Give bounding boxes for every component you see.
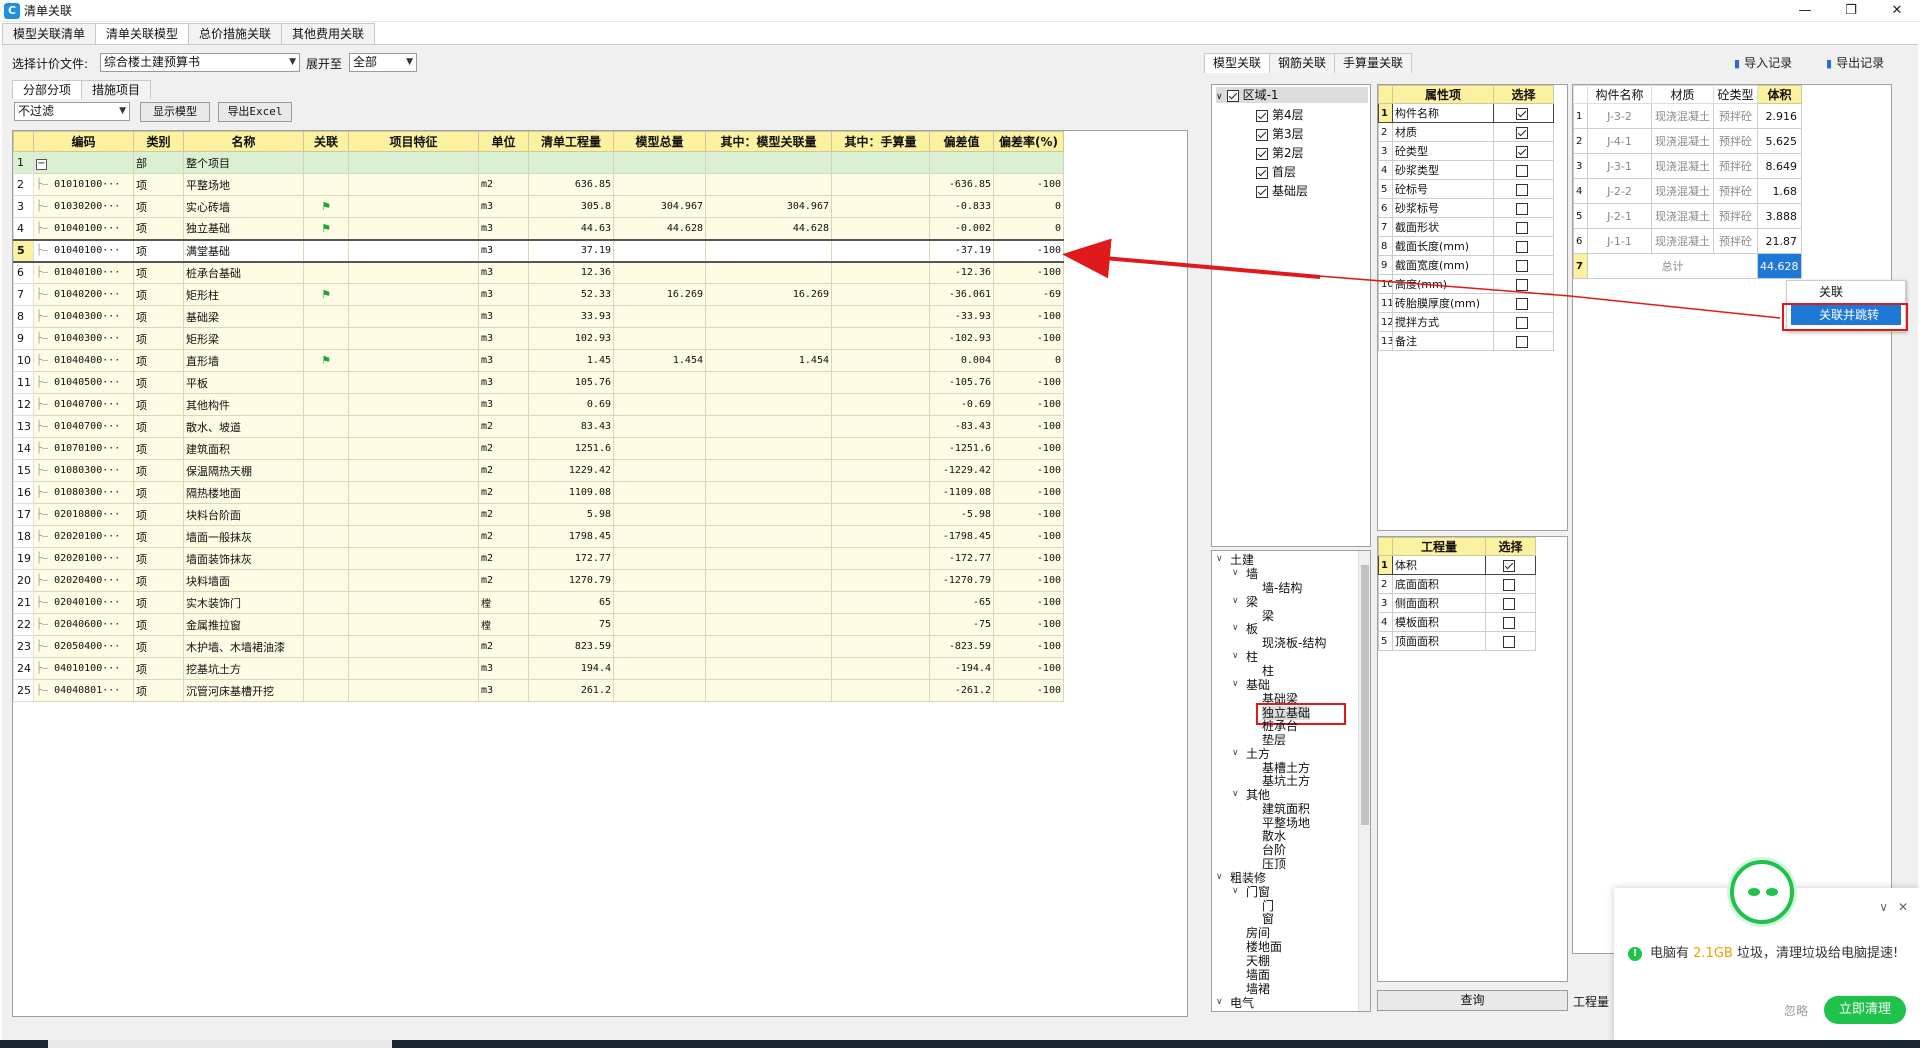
info-icon: ! (1628, 947, 1642, 961)
mascot-icon (1730, 860, 1794, 924)
collapse-icon[interactable]: ∨ (1879, 900, 1888, 914)
ignore-link[interactable]: 忽略 (1784, 1002, 1808, 1019)
notification-message: 电脑有 2.1GB 垃圾，清理垃圾给电脑提速! (1650, 946, 1899, 961)
cleanup-notification: ∨ ✕ ! 电脑有 2.1GB 垃圾，清理垃圾给电脑提速! 忽略 立即清理 (1614, 860, 1920, 1044)
taskbar (0, 1040, 1920, 1048)
close-icon[interactable]: ✕ (1898, 900, 1908, 914)
clean-now-button[interactable]: 立即清理 (1824, 996, 1906, 1024)
